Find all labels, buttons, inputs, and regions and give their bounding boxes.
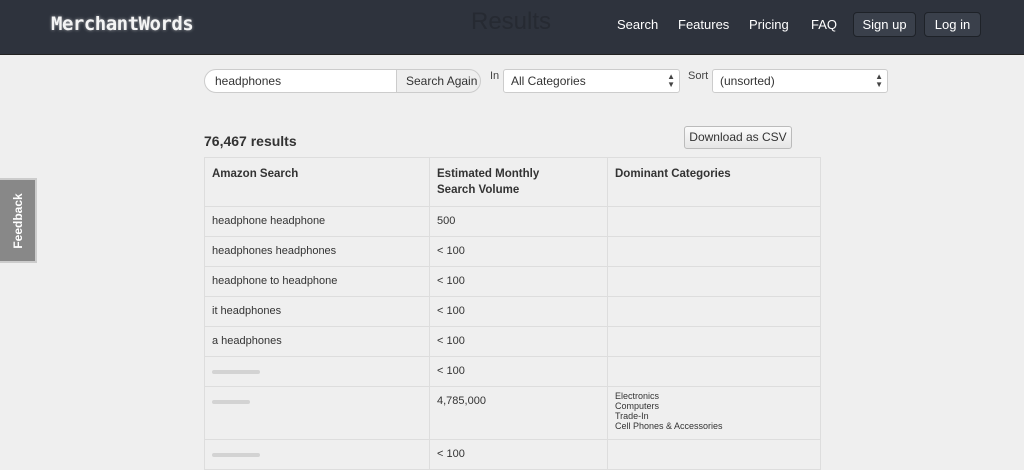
top-navbar: MerchantWords Results Search Features Pr… [0, 0, 1024, 55]
nav-features[interactable]: Features [678, 17, 729, 32]
blurred-search-term[interactable] [204, 439, 430, 470]
volume: 500 [429, 206, 608, 237]
feedback-label: Feedback [10, 192, 25, 249]
categories [607, 236, 821, 267]
table-row[interactable]: headphone to headphone < 100 [204, 266, 821, 297]
category: Trade-In [615, 411, 649, 421]
select-arrows-icon: ▲ ▼ [667, 72, 675, 89]
results-table: Amazon Search Estimated Monthly Search V… [204, 157, 821, 470]
volume: < 100 [429, 326, 608, 357]
volume: < 100 [429, 356, 608, 387]
categories [607, 296, 821, 327]
categories [607, 356, 821, 387]
in-label: In [490, 70, 500, 82]
categories [607, 326, 821, 357]
search-term[interactable]: headphone to headphone [204, 266, 430, 297]
search-term[interactable]: a headphones [204, 326, 430, 357]
category: Computers [615, 401, 660, 411]
search-input[interactable]: headphones [204, 69, 397, 93]
search-term[interactable]: headphones headphones [204, 236, 430, 267]
categories [607, 439, 821, 470]
col-volume: Estimated Monthly Search Volume [429, 157, 608, 207]
results-count: 76,467 results [204, 133, 297, 149]
nav-search[interactable]: Search [617, 17, 658, 32]
category: Electronics [615, 391, 660, 401]
table-row[interactable]: headphones headphones < 100 [204, 236, 821, 267]
col-volume-label: Estimated Monthly Search Volume [437, 168, 540, 196]
search-again-button[interactable]: Search Again [396, 69, 481, 93]
blurred-search-term[interactable] [204, 386, 430, 440]
category: Cell Phones & Accessories [615, 421, 723, 431]
sort-select[interactable]: (unsorted) ▲ ▼ [712, 69, 888, 93]
table-row[interactable]: headphone headphone 500 [204, 206, 821, 237]
category-select[interactable]: All Categories ▲ ▼ [503, 69, 680, 93]
table-row[interactable]: < 100 [204, 356, 821, 387]
volume: < 100 [429, 439, 608, 470]
select-arrows-icon: ▲ ▼ [875, 72, 883, 89]
volume: < 100 [429, 296, 608, 327]
categories [607, 266, 821, 297]
volume: < 100 [429, 236, 608, 267]
search-term[interactable]: headphone headphone [204, 206, 430, 237]
table-row[interactable]: it headphones < 100 [204, 296, 821, 327]
table-row[interactable]: a headphones < 100 [204, 326, 821, 357]
categories: Electronics Computers Trade-In Cell Phones … [607, 386, 821, 440]
nav-pricing[interactable]: Pricing [749, 17, 789, 32]
download-csv-button[interactable]: Download as CSV [684, 126, 792, 149]
volume: 4,785,000 [429, 386, 608, 440]
sort-label: Sort [688, 70, 709, 82]
blur-mask [212, 370, 260, 374]
table-row[interactable]: 4,785,000 Electronics Computers Trade-In Cel… [204, 386, 821, 440]
blurred-search-term[interactable] [204, 356, 430, 387]
nav-faq[interactable]: FAQ [811, 17, 837, 32]
signup-button[interactable]: Sign up [853, 12, 916, 37]
table-header: Amazon Search Estimated Monthly Search V… [204, 157, 821, 207]
sort-value: (unsorted) [720, 74, 775, 88]
col-categories: Dominant Categories [607, 157, 821, 207]
search-term[interactable]: it headphones [204, 296, 430, 327]
category-value: All Categories [511, 74, 586, 88]
blur-mask [212, 400, 250, 404]
logo[interactable]: MerchantWords [51, 13, 194, 35]
volume: < 100 [429, 266, 608, 297]
feedback-tab[interactable]: Feedback [0, 178, 37, 263]
login-button[interactable]: Log in [924, 12, 981, 37]
categories [607, 206, 821, 237]
table-row[interactable]: < 100 [204, 439, 821, 470]
blur-mask [212, 453, 260, 457]
col-amazon-search: Amazon Search [204, 157, 430, 207]
page-title: Results [471, 8, 552, 35]
